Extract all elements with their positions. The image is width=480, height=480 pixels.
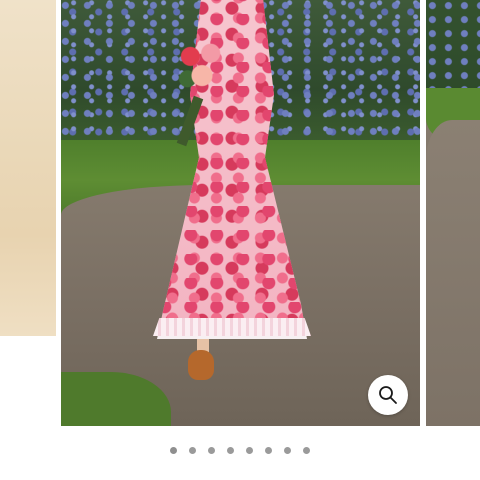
previous-slide-image[interactable] — [0, 0, 56, 336]
pagination-dot[interactable] — [227, 446, 234, 454]
next-slide-image[interactable] — [426, 0, 480, 426]
pagination-dot[interactable] — [265, 446, 272, 454]
next-slide-flowers — [426, 0, 480, 95]
search-icon — [378, 385, 398, 405]
next-slide-path — [426, 120, 480, 426]
model-sandal — [188, 350, 214, 380]
carousel-pagination — [0, 444, 480, 456]
pagination-dot[interactable] — [208, 446, 215, 454]
image-carousel[interactable] — [0, 0, 480, 428]
pagination-dot[interactable] — [189, 446, 196, 454]
pagination-dot[interactable] — [246, 446, 253, 454]
zoom-button[interactable] — [368, 375, 408, 415]
flower-bouquet — [173, 34, 231, 98]
lace-hem — [153, 318, 311, 336]
pagination-dot[interactable] — [170, 446, 177, 454]
pagination-dot[interactable] — [303, 446, 310, 454]
main-product-image[interactable] — [61, 0, 420, 426]
pagination-dot[interactable] — [284, 446, 291, 454]
